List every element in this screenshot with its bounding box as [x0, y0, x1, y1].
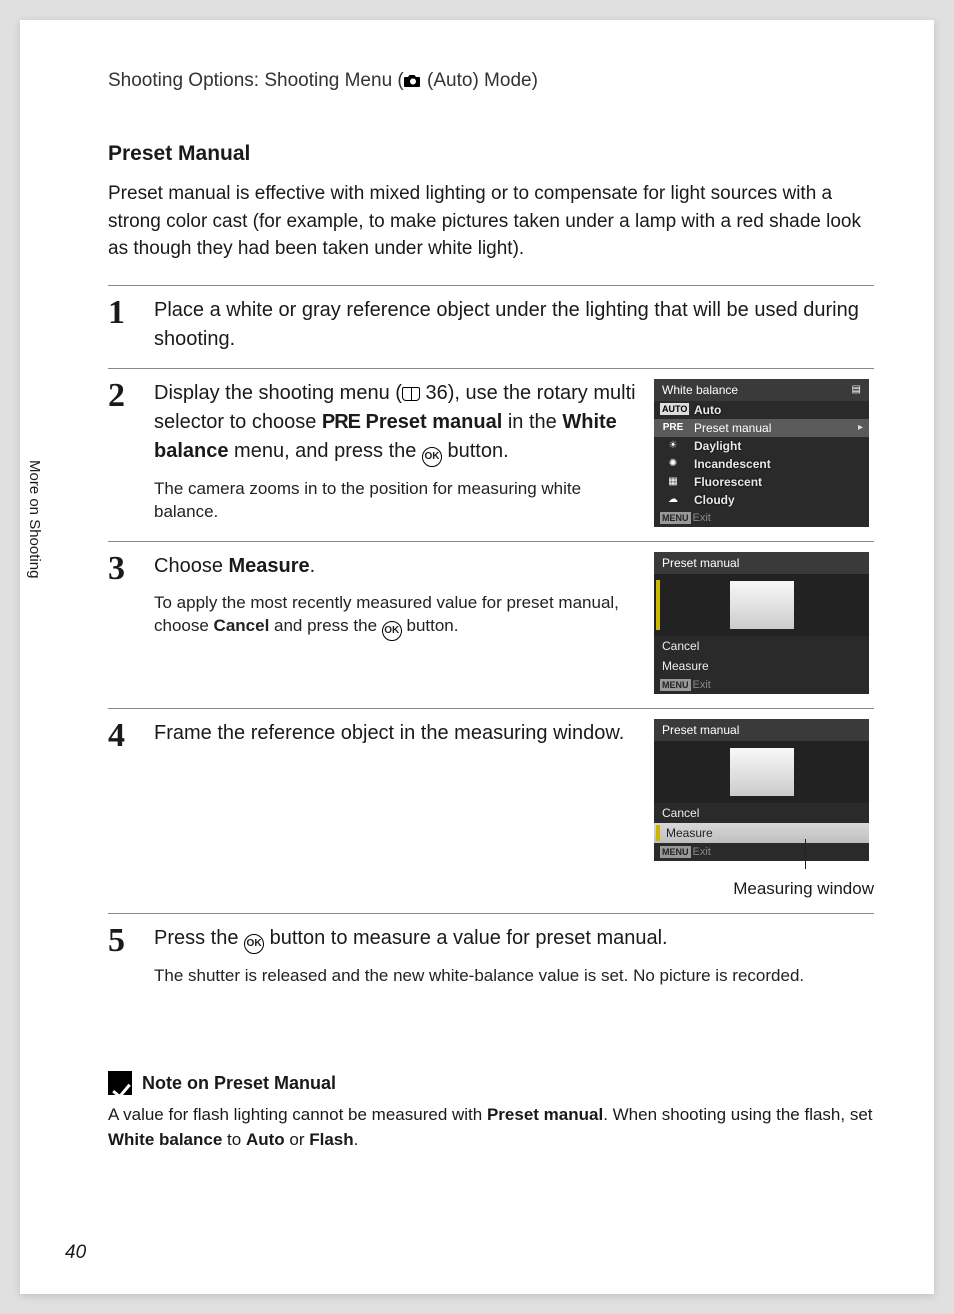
camera-icon	[404, 74, 422, 88]
breadcrumb-suffix: (Auto) Mode)	[422, 70, 538, 91]
intro-paragraph: Preset manual is effective with mixed li…	[108, 180, 874, 263]
step-1: 1 Place a white or gray reference object…	[108, 285, 874, 368]
lcd-footer: MENUExit	[654, 509, 869, 527]
checkmark-box-icon	[108, 1071, 132, 1095]
step-5: 5 Press the OK button to measure a value…	[108, 913, 874, 1002]
auto-badge-icon: AUTO	[660, 403, 689, 415]
step-5-subtext: The shutter is released and the new whit…	[154, 964, 874, 988]
lcd-preview-window	[654, 741, 869, 803]
ok-button-icon: OK	[422, 447, 442, 467]
lcd-preset-manual-measure: Preset manual Cancel Measure MENUExit	[654, 552, 869, 694]
lcd-footer: MENUExit	[654, 676, 869, 694]
lcd-option-cancel: Cancel	[654, 803, 869, 823]
measuring-window-preview	[730, 748, 794, 796]
menu-indicator-icon: ▤	[852, 384, 861, 395]
ok-button-icon: OK	[244, 934, 264, 954]
lcd-preset-manual-frame: Preset manual Cancel Measure MENUExit	[654, 719, 869, 861]
lcd-title: Preset manual	[654, 552, 869, 574]
step-3-subtext: To apply the most recently measured valu…	[154, 591, 636, 642]
page-number: 40	[65, 1242, 86, 1264]
lcd-item-cloudy: ☁ Cloudy	[654, 491, 869, 509]
menu-tag-icon: MENU	[660, 679, 691, 691]
side-section-tab: More on Shooting	[20, 440, 49, 598]
section-title: Preset Manual	[108, 142, 874, 166]
lcd-title: Preset manual	[654, 719, 869, 741]
fluorescent-icon: ▦	[660, 476, 686, 487]
lcd-item-incandescent: ✺ Incandescent	[654, 455, 869, 473]
menu-tag-icon: MENU	[660, 512, 691, 524]
note-title: Note on Preset Manual	[142, 1073, 336, 1094]
step-3-number: 3	[108, 552, 136, 694]
chevron-right-icon: ▸	[858, 422, 863, 433]
step-1-number: 1	[108, 296, 136, 354]
book-icon	[402, 387, 420, 401]
lcd-footer: MENUExit	[654, 843, 869, 861]
step-5-number: 5	[108, 924, 136, 988]
step-3-text: Choose Measure.	[154, 552, 636, 581]
note-body: A value for flash lighting cannot be mea…	[108, 1103, 874, 1152]
pre-icon-text: PRE	[322, 411, 360, 433]
step-3-figure: Preset manual Cancel Measure MENUExit	[654, 552, 874, 694]
step-2: 2 Display the shooting menu ( 36), use t…	[108, 368, 874, 541]
lcd-preview-window	[654, 574, 869, 636]
lcd-title: White balance ▤	[654, 379, 869, 401]
selection-bar-icon	[656, 825, 660, 841]
step-2-figure: White balance ▤ AUTO Auto PRE Preset man…	[654, 379, 874, 527]
cloud-icon: ☁	[660, 494, 686, 505]
step-2-number: 2	[108, 379, 136, 527]
step-4-text: Frame the reference object in the measur…	[154, 719, 636, 748]
lcd-option-measure: Measure	[654, 656, 869, 676]
step-2-text: Display the shooting menu ( 36), use the…	[154, 379, 636, 467]
callout-line	[654, 861, 874, 873]
step-4-number: 4	[108, 719, 136, 899]
bulb-icon: ✺	[660, 458, 686, 469]
lcd-option-measure: Measure	[654, 823, 869, 843]
step-4: 4 Frame the reference object in the meas…	[108, 708, 874, 913]
menu-tag-icon: MENU	[660, 846, 691, 858]
step-3: 3 Choose Measure. To apply the most rece…	[108, 541, 874, 708]
pre-badge-icon: PRE	[660, 422, 686, 433]
note-block: Note on Preset Manual A value for flash …	[108, 1071, 874, 1152]
breadcrumb-prefix: Shooting Options: Shooting Menu (	[108, 70, 404, 91]
ok-button-icon: OK	[382, 621, 402, 641]
lcd-white-balance-menu: White balance ▤ AUTO Auto PRE Preset man…	[654, 379, 869, 527]
lcd-item-fluorescent: ▦ Fluorescent	[654, 473, 869, 491]
selection-bar-icon	[656, 580, 660, 630]
step-5-text: Press the OK button to measure a value f…	[154, 924, 874, 954]
lcd-option-cancel: Cancel	[654, 636, 869, 656]
lcd-item-auto: AUTO Auto	[654, 401, 869, 419]
note-heading: Note on Preset Manual	[108, 1071, 874, 1095]
figure-caption: Measuring window	[654, 879, 874, 899]
lcd-item-preset-manual: PRE Preset manual ▸	[654, 419, 869, 437]
measuring-window-preview	[730, 581, 794, 629]
step-4-figure: Preset manual Cancel Measure MENUExit Me…	[654, 719, 874, 899]
step-1-text: Place a white or gray reference object u…	[154, 296, 874, 354]
breadcrumb: Shooting Options: Shooting Menu ( (Auto)…	[108, 70, 874, 92]
manual-page: Shooting Options: Shooting Menu ( (Auto)…	[20, 20, 934, 1294]
lcd-item-daylight: ☀ Daylight	[654, 437, 869, 455]
step-2-subtext: The camera zooms in to the position for …	[154, 477, 636, 525]
sun-icon: ☀	[660, 440, 686, 451]
